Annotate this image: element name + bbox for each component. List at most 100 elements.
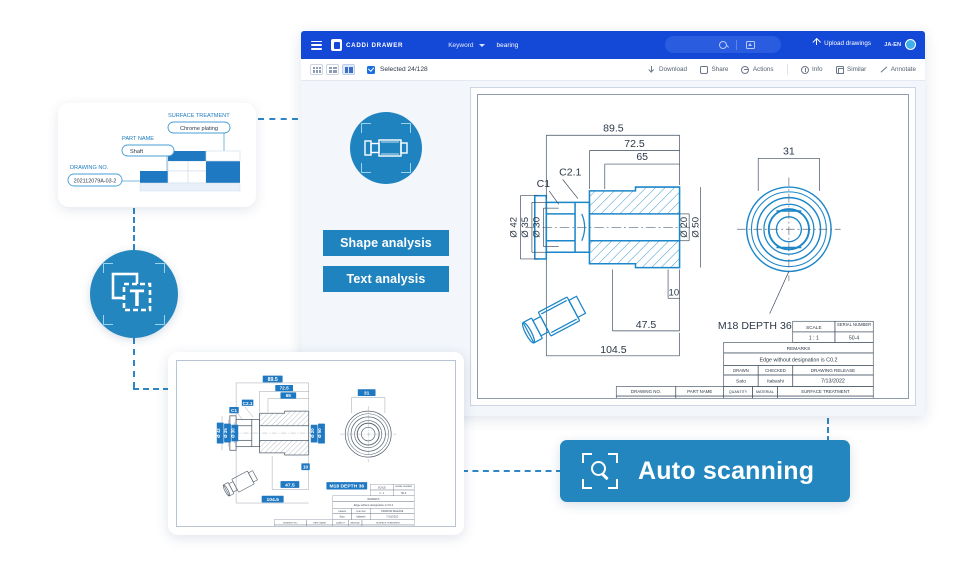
hl-31: 31 xyxy=(364,390,370,396)
technical-drawing: 89.5 72.5 65 47.5 104.5 10 C2.1 C1 Ø 42 … xyxy=(509,122,874,398)
bl-tb-checked-value: Itabashi xyxy=(357,516,366,519)
shape-analysis-button[interactable]: Shape analysis xyxy=(323,230,449,256)
share-label: Share xyxy=(711,66,729,73)
select-all-checkbox[interactable] xyxy=(367,65,375,74)
info-button[interactable]: Info xyxy=(800,65,823,74)
download-button[interactable]: Download xyxy=(648,65,688,74)
text-recognition-icon: T xyxy=(111,272,152,312)
analyzed-drawing-border: 89.5 72.5 65 47.5 104.5 10 Ø 42 Ø 35 Ø 3… xyxy=(176,360,456,527)
actions-button[interactable]: Actions xyxy=(741,65,774,74)
bl-tb-qty-header: QUANTITY xyxy=(336,521,346,524)
text-analysis-button[interactable]: Text analysis xyxy=(323,266,449,292)
language-selector[interactable]: JA-EN xyxy=(884,39,916,50)
dim-dia-50: Ø 50 xyxy=(691,217,702,238)
callout-surface-value: Chrome plating xyxy=(180,126,218,132)
dim-31: 31 xyxy=(783,145,795,157)
tb-serial-header: SERIAL NUMBER xyxy=(837,322,871,327)
dim-10: 10 xyxy=(668,287,679,298)
dim-89-5: 89.5 xyxy=(603,122,624,134)
tb-scale-value: 1 : 1 xyxy=(809,336,819,342)
tb-surface-header: SURFACE TREATMENT xyxy=(801,389,850,394)
search-bar[interactable] xyxy=(665,36,781,53)
keyword-filter[interactable]: Keyword bearing xyxy=(448,42,518,49)
info-icon xyxy=(800,65,809,74)
callout-part-value: Shaft xyxy=(130,149,144,155)
scan-brackets xyxy=(361,123,411,173)
view-mode-card[interactable] xyxy=(326,64,339,75)
hl-dia-20: Ø 20 xyxy=(310,428,315,438)
search-icon[interactable] xyxy=(719,40,727,49)
svg-text:T: T xyxy=(130,285,145,312)
hl-dia-50: Ø 50 xyxy=(317,428,322,438)
view-mode-group xyxy=(310,64,355,75)
divider xyxy=(736,39,737,50)
info-label: Info xyxy=(812,66,823,73)
annotate-button[interactable]: Annotate xyxy=(879,66,916,74)
app-header: CADDi DRAWER Keyword bearing Upload draw… xyxy=(301,31,925,59)
language-label: JA-EN xyxy=(884,41,901,48)
bl-tb-release-value: 7/13/2022 xyxy=(386,515,399,519)
bl-tb-drawn-header: DRAWN xyxy=(338,510,346,513)
image-search-icon[interactable] xyxy=(746,40,755,49)
drawing-sheet[interactable]: 89.5 72.5 65 47.5 104.5 10 C2.1 C1 Ø 42 … xyxy=(470,87,916,406)
annotate-label: Annotate xyxy=(890,66,916,73)
bl-tb-release-header: DRAWING RELEASE xyxy=(381,510,404,513)
similar-icon xyxy=(835,65,844,74)
bl-tb-drawn-value: Sato xyxy=(340,516,346,519)
extracted-fields-card: SURFACE TREATMENT Chrome plating PART NA… xyxy=(58,103,256,207)
connector-card-to-app xyxy=(258,118,298,120)
tb-serial-value: 50-4 xyxy=(849,336,859,342)
dim-72-5: 72.5 xyxy=(624,138,645,150)
shape-scan-icon xyxy=(350,112,422,184)
analyzed-drawing-card[interactable]: 89.5 72.5 65 47.5 104.5 10 Ø 42 Ø 35 Ø 3… xyxy=(168,352,464,535)
hl-89-5: 89.5 xyxy=(268,377,278,383)
hl-c1: C1 xyxy=(231,408,237,413)
connector-bottomcard-to-pill xyxy=(462,470,562,472)
avatar[interactable] xyxy=(905,39,916,50)
view-mode-list[interactable] xyxy=(342,64,355,75)
upload-drawings-button[interactable]: Upload drawings xyxy=(813,39,871,47)
connector-badge-to-bottom xyxy=(133,338,135,388)
hl-c2-1: C2.1 xyxy=(243,401,253,406)
dim-104-5: 104.5 xyxy=(600,344,626,356)
bl-tb-drawingno-header: DRAWING NO. xyxy=(283,521,298,524)
callout-part-label: PART NAME xyxy=(122,136,154,142)
view-mode-grid[interactable] xyxy=(310,64,323,75)
bl-tb-remarks-header: REMARKS xyxy=(368,498,380,501)
bl-tb-serial-header: SERIAL NUMBER xyxy=(395,485,412,488)
bl-tb-remarks-value: Edge without designation is C0.2 xyxy=(354,503,394,507)
keyword-label: Keyword xyxy=(448,41,474,49)
actions-label: Actions xyxy=(752,66,774,73)
auto-scanning-badge: Auto scanning xyxy=(560,440,850,502)
bl-tb-partname-header: PART NAME xyxy=(313,521,326,524)
text-recognition-badge: T xyxy=(90,250,178,338)
callout-drawingno-label: DRAWING NO. xyxy=(70,165,109,171)
tb-material-header: MATERIAL xyxy=(756,390,774,394)
upload-icon xyxy=(813,39,820,47)
hl-dia-30: Ø 30 xyxy=(231,428,236,438)
hl-65: 65 xyxy=(286,393,292,398)
hl-thread: M18 DEPTH 36 xyxy=(329,483,364,489)
brand-mark-icon xyxy=(331,39,342,51)
hl-dia-42: Ø 42 xyxy=(216,428,221,438)
toolbar-divider xyxy=(786,64,788,75)
label-c2-1: C2.1 xyxy=(559,167,581,179)
similar-button[interactable]: Similar xyxy=(835,65,866,74)
selection-status[interactable]: Selected 24/128 xyxy=(367,65,428,74)
brand-logo[interactable]: CADDi DRAWER xyxy=(331,39,403,51)
share-button[interactable]: Share xyxy=(700,65,729,74)
connector-card-to-badge xyxy=(133,208,135,250)
label-c1: C1 xyxy=(537,178,551,190)
bl-tb-material-header: MATERIAL xyxy=(351,521,360,524)
tb-remarks-header: REMARKS xyxy=(787,346,811,352)
hl-47-5: 47.5 xyxy=(285,482,295,488)
label-thread: M18 DEPTH 36 xyxy=(718,320,792,332)
download-label: Download xyxy=(659,66,688,73)
chevron-down-icon[interactable] xyxy=(478,43,485,47)
callout-surface-label: SURFACE TREATMENT xyxy=(168,113,230,119)
keyword-value: bearing xyxy=(496,41,519,49)
tb-qty-header: QUANTITY xyxy=(729,390,748,394)
hamburger-icon[interactable] xyxy=(311,40,322,50)
tb-release-value: 7/13/2022 xyxy=(821,379,845,385)
dim-dia-42: Ø 42 xyxy=(509,217,520,238)
